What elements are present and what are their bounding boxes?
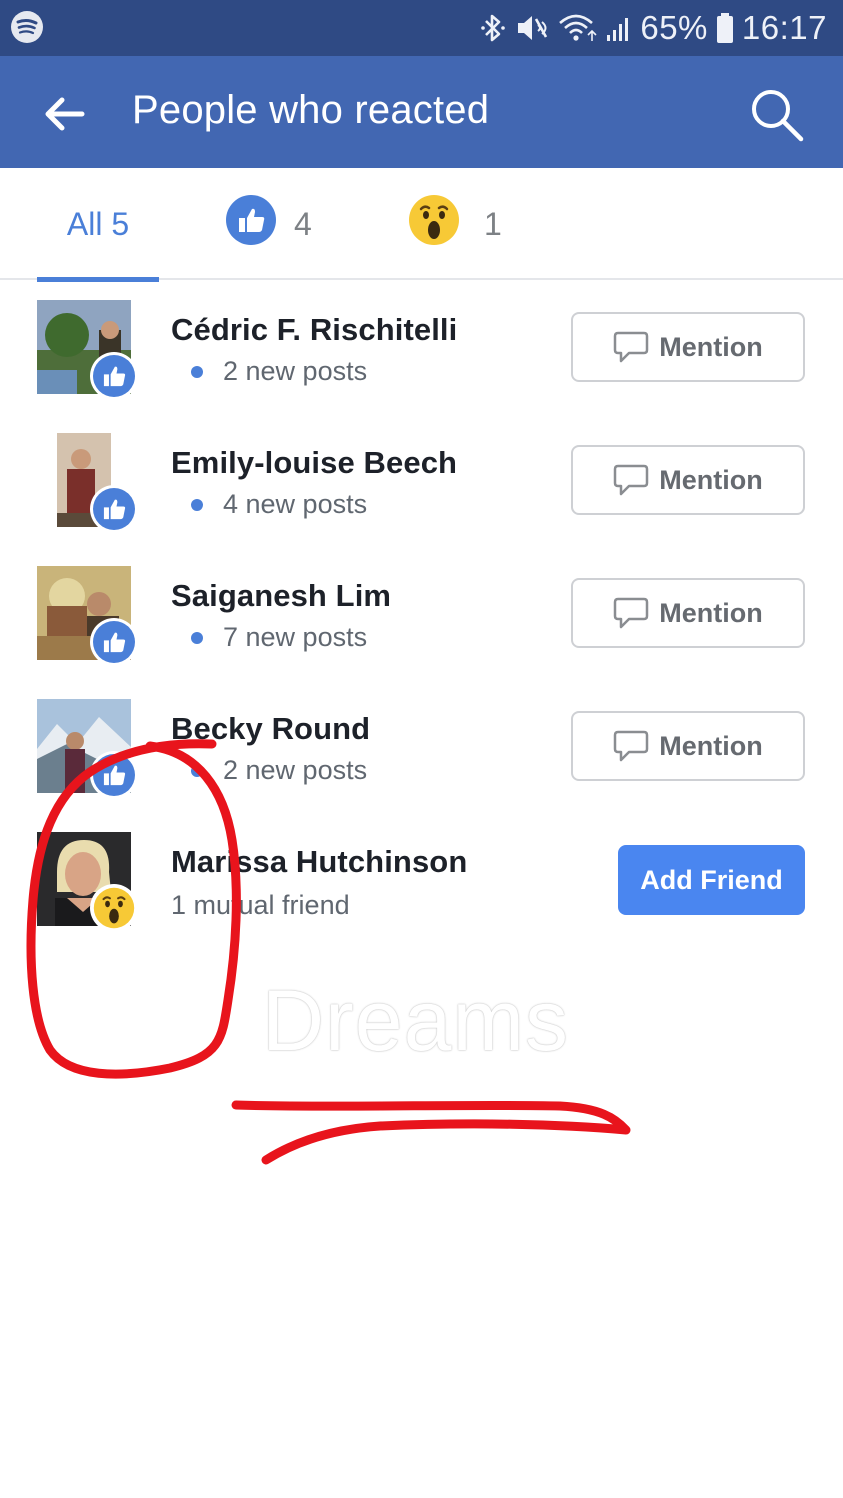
list-item[interactable]: Emily-louise Beech 4 new posts Mention [0, 415, 843, 548]
person-subtitle: 2 new posts [171, 356, 367, 387]
battery-percent: 65% [640, 9, 708, 46]
reaction-tabs: All 5 4 1 [0, 168, 843, 282]
person-subtitle: 7 new posts [171, 622, 367, 653]
comment-icon [614, 730, 649, 762]
wifi-icon [558, 11, 598, 45]
like-badge-icon [90, 618, 138, 666]
list-item[interactable]: Saiganesh Lim 7 new posts Mention [0, 548, 843, 681]
new-posts-dot [191, 365, 203, 378]
status-icons: 65% 16:17 [480, 6, 827, 50]
person-subtitle: 2 new posts [171, 755, 367, 786]
like-badge-icon [90, 485, 138, 533]
app-bar: People who reacted [0, 56, 843, 168]
avatar[interactable] [37, 300, 138, 400]
back-arrow-icon [45, 97, 85, 131]
new-posts-text: 2 new posts [223, 755, 368, 785]
person-name[interactable]: Saiganesh Lim [171, 578, 391, 614]
like-badge-icon [90, 352, 138, 400]
comment-icon [614, 597, 649, 629]
mention-button[interactable]: Mention [571, 578, 805, 648]
list-item[interactable]: Marissa Hutchinson 1 mutual friend Add F… [0, 814, 843, 947]
comment-icon [614, 331, 649, 363]
watermark: Dreams [262, 973, 570, 1069]
add-friend-button[interactable]: Add Friend [618, 845, 805, 915]
page-title: People who reacted [132, 88, 490, 132]
new-posts-text: 7 new posts [223, 622, 368, 652]
avatar[interactable] [37, 433, 138, 533]
new-posts-dot [191, 498, 203, 511]
clock: 16:17 [741, 9, 827, 46]
mention-label: Mention [659, 597, 763, 628]
tab-all-label: All 5 [66, 205, 130, 242]
mute-vibrate-icon [514, 11, 550, 45]
mention-button[interactable]: Mention [571, 312, 805, 382]
mention-label: Mention [659, 464, 763, 495]
spotify-icon [10, 10, 44, 44]
avatar[interactable] [37, 699, 138, 799]
mutual-friends-text: 1 mutual friend [171, 890, 350, 920]
battery-icon [716, 11, 734, 45]
search-icon [752, 90, 804, 142]
person-name[interactable]: Cédric F. Rischitelli [171, 312, 457, 348]
comment-icon [614, 464, 649, 496]
bluetooth-icon [480, 11, 506, 45]
person-name[interactable]: Marissa Hutchinson [171, 844, 467, 880]
search-button[interactable] [746, 84, 808, 146]
avatar[interactable] [37, 832, 138, 932]
wow-reaction-icon [408, 194, 460, 254]
new-posts-text: 4 new posts [223, 489, 368, 519]
new-posts-dot [191, 764, 203, 777]
person-name[interactable]: Emily-louise Beech [171, 445, 457, 481]
person-subtitle: 4 new posts [171, 489, 367, 520]
avatar[interactable] [37, 566, 138, 666]
new-posts-dot [191, 631, 203, 644]
tab-like-count: 4 [294, 205, 312, 242]
list-item[interactable]: Becky Round 2 new posts Mention [0, 681, 843, 814]
tab-like[interactable]: 4 [226, 168, 312, 280]
like-reaction-icon [226, 195, 276, 253]
tab-wow[interactable]: 1 [408, 168, 502, 280]
list-item[interactable]: Cédric F. Rischitelli 2 new posts Mentio… [0, 282, 843, 415]
annotation-underline [231, 1100, 631, 1165]
mention-button[interactable]: Mention [571, 711, 805, 781]
new-posts-text: 2 new posts [223, 356, 368, 386]
tab-wow-count: 1 [484, 205, 502, 242]
signal-icon [606, 11, 632, 45]
wow-badge-icon [90, 884, 138, 932]
mention-label: Mention [659, 331, 763, 362]
tab-all[interactable]: All 5 [37, 168, 159, 282]
mention-label: Mention [659, 730, 763, 761]
person-name[interactable]: Becky Round [171, 711, 370, 747]
status-bar: 65% 16:17 [0, 0, 843, 56]
person-subtitle: 1 mutual friend [171, 890, 350, 921]
mention-button[interactable]: Mention [571, 445, 805, 515]
like-badge-icon [90, 751, 138, 799]
back-button[interactable] [40, 90, 88, 138]
